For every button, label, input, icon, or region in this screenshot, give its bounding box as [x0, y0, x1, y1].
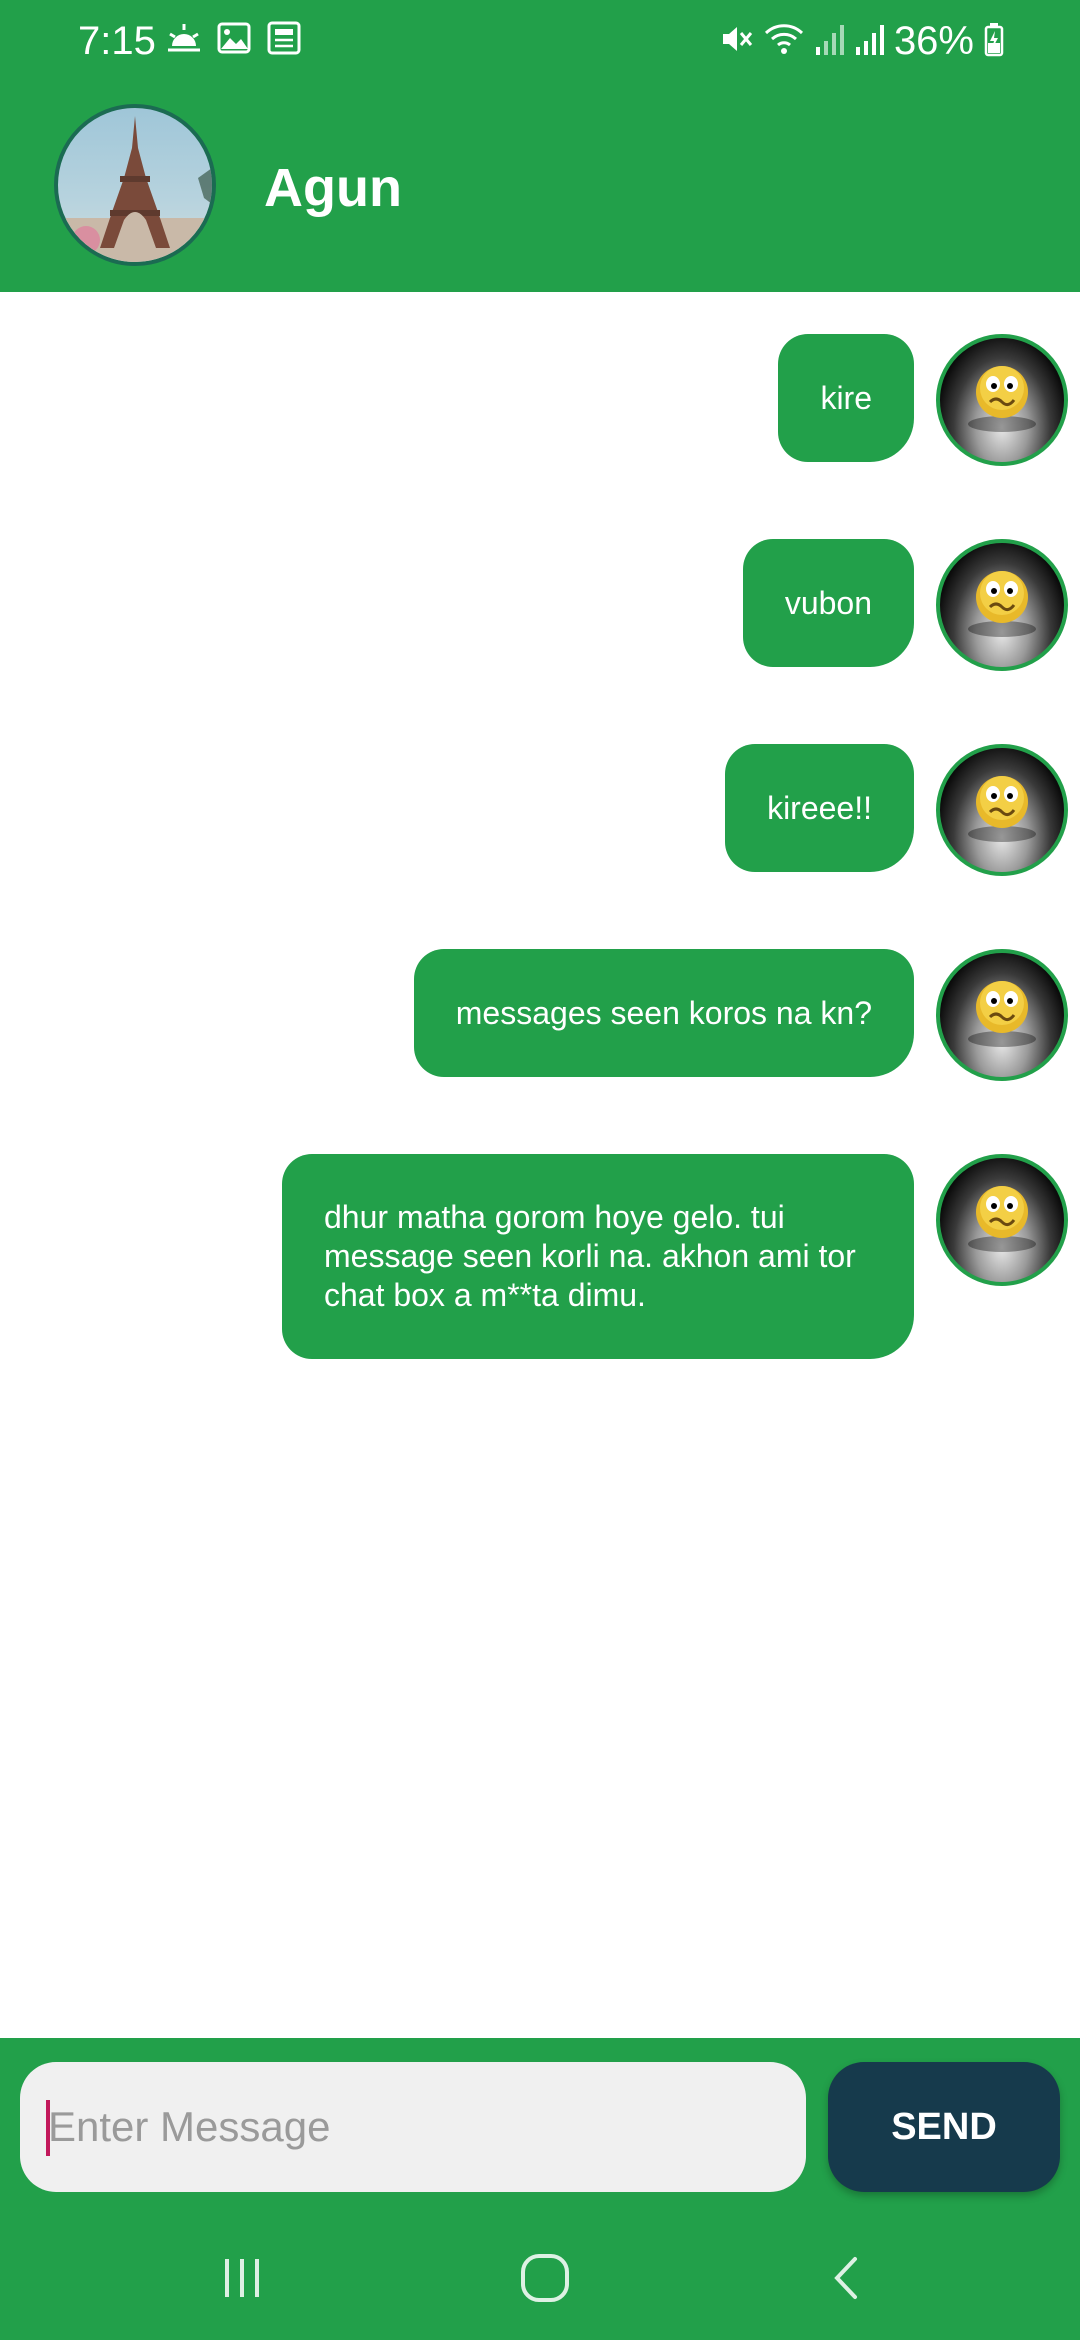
status-system-icons: 36%	[718, 16, 1004, 66]
back-icon[interactable]	[808, 2248, 888, 2308]
contact-avatar[interactable]	[54, 104, 216, 266]
home-icon[interactable]	[505, 2248, 585, 2308]
emoji-face-icon	[968, 366, 1036, 432]
signal-icon	[814, 21, 844, 62]
chat-header: Agun	[0, 82, 1080, 292]
message-bubble[interactable]: vubon	[742, 539, 914, 667]
message-list[interactable]: kire vubon kireee!! messages seen koros …	[0, 292, 1080, 2038]
mute-icon	[718, 21, 754, 62]
image-icon	[216, 20, 252, 61]
battery-charging-icon	[984, 21, 1004, 62]
emoji-face-icon	[968, 571, 1036, 637]
send-button[interactable]: SEND	[828, 2062, 1060, 2192]
recent-apps-icon[interactable]	[202, 2248, 282, 2308]
emoji-face-icon	[968, 776, 1036, 842]
emoji-face-icon	[968, 981, 1036, 1047]
contact-name: Agun	[264, 158, 402, 218]
status-bar: 7:15 36%	[0, 0, 1080, 82]
news-icon	[266, 20, 302, 61]
eiffel-tower-photo	[58, 108, 212, 262]
text-cursor	[46, 2100, 50, 2156]
message-bubble[interactable]: kire	[778, 334, 914, 462]
signal-icon	[854, 21, 884, 62]
weather-sunrise-icon	[166, 20, 202, 61]
system-navigation-bar	[0, 2218, 1080, 2340]
message-row: dhur matha gorom hoye gelo. tui message …	[282, 1154, 1068, 1359]
sender-avatar[interactable]	[936, 949, 1068, 1081]
status-notification-icons	[166, 20, 302, 61]
message-bubble[interactable]: dhur matha gorom hoye gelo. tui message …	[282, 1154, 914, 1359]
message-input[interactable]	[20, 2062, 806, 2192]
message-row: vubon	[742, 539, 1068, 671]
sender-avatar[interactable]	[936, 1154, 1068, 1286]
sender-avatar[interactable]	[936, 334, 1068, 466]
message-bubble[interactable]: messages seen koros na kn?	[413, 949, 914, 1077]
wifi-icon	[764, 21, 804, 62]
status-time: 7:15	[78, 19, 156, 63]
battery-percent: 36%	[893, 19, 974, 63]
message-row: messages seen koros na kn?	[413, 949, 1068, 1081]
sender-avatar[interactable]	[936, 744, 1068, 876]
sender-avatar[interactable]	[936, 539, 1068, 671]
message-row: kireee!!	[725, 744, 1068, 876]
emoji-face-icon	[968, 1186, 1036, 1252]
message-row: kire	[778, 334, 1068, 466]
message-bubble[interactable]: kireee!!	[725, 744, 914, 872]
